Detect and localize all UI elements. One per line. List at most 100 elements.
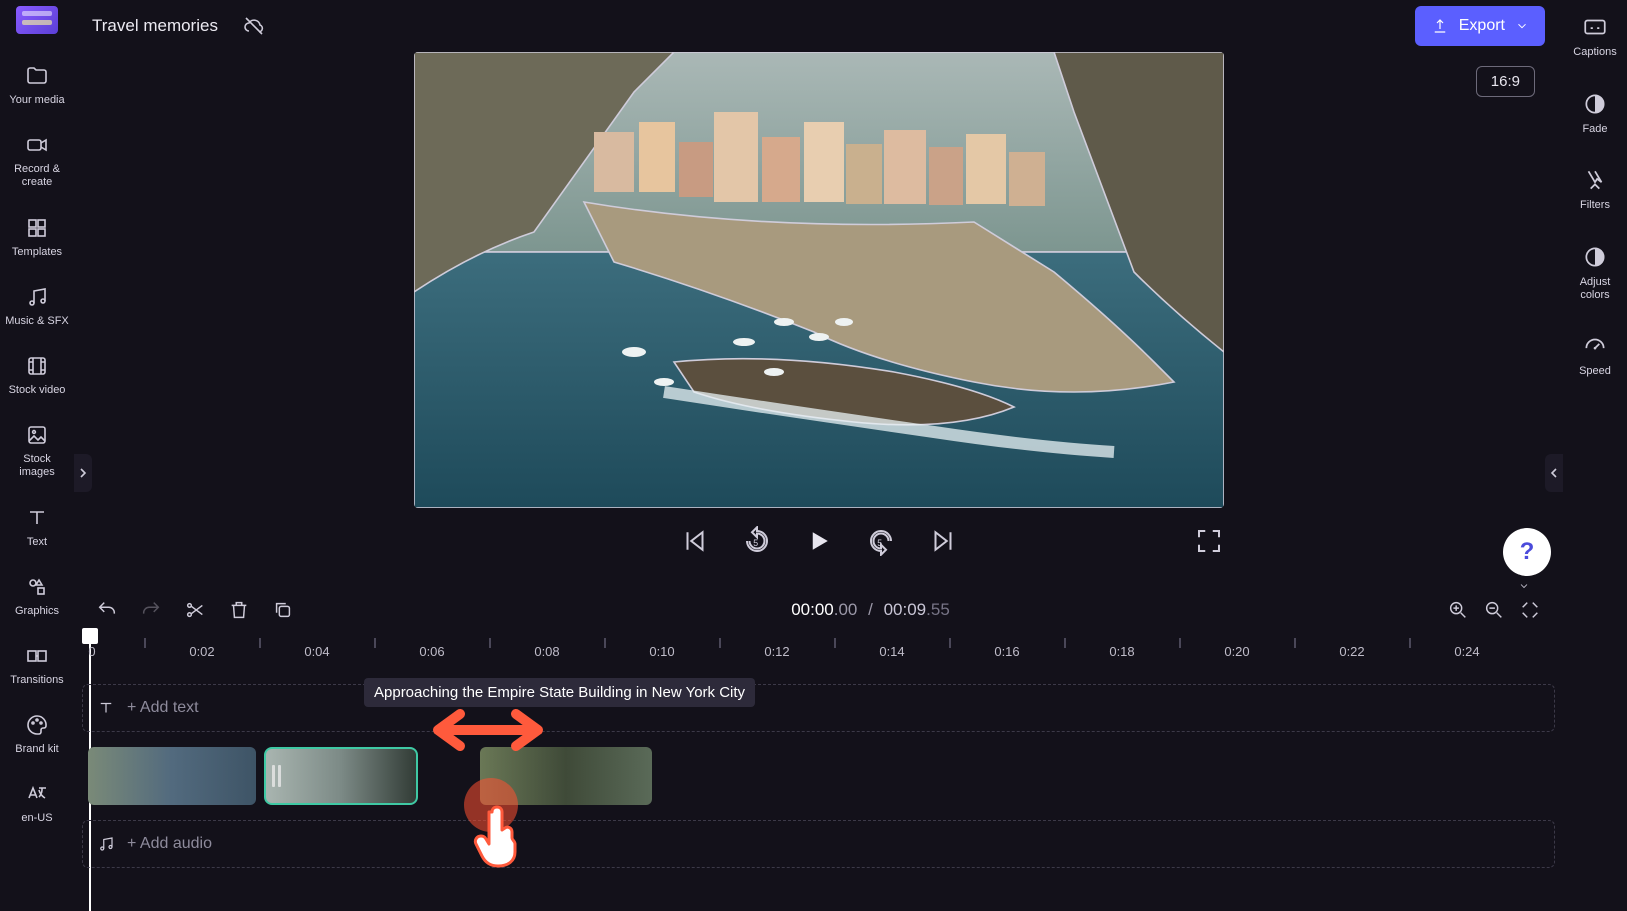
video-track[interactable] [82,744,1555,808]
undo-button[interactable] [96,599,118,621]
sidebar-item-stock-images[interactable]: Stock images [3,411,71,493]
right-item-filters[interactable]: Filters [1565,159,1625,220]
ruler-minor-tick [259,638,261,648]
split-button[interactable] [184,599,206,621]
timecode-total: 00:09 [884,600,927,619]
video-clip-1[interactable] [88,747,256,805]
aspect-ratio-selector[interactable]: 16:9 [1476,66,1535,97]
export-button[interactable]: Export [1415,6,1545,46]
playhead[interactable] [82,628,98,644]
sidebar-item-label: Your media [9,94,64,107]
grid-icon [25,216,49,240]
audio-track[interactable]: + Add audio [82,820,1555,868]
sidebar-item-text[interactable]: Text [3,494,71,563]
ruler-minor-tick [1179,638,1181,648]
text-track-placeholder: + Add text [127,699,199,717]
film-icon [25,354,49,378]
sidebar-item-stock-video[interactable]: Stock video [3,342,71,411]
sidebar-item-graphics[interactable]: Graphics [3,563,71,632]
language-icon [25,782,49,806]
sidebar-item-brand-kit[interactable]: Brand kit [3,701,71,770]
sidebar-item-label: Text [27,536,47,549]
skip-forward-button[interactable] [928,526,958,556]
svg-text:5: 5 [753,538,758,548]
ruler-tick-label: 0:08 [534,644,559,659]
rewind-5-button[interactable]: 5 [742,526,772,556]
play-button[interactable] [804,526,834,556]
preview-area: 16:9 [74,52,1563,570]
svg-text:5: 5 [877,538,882,548]
video-clip-2[interactable] [264,747,418,805]
left-sidebar: Your media Record & create Templates Mus… [0,0,74,911]
project-title[interactable]: Travel memories [92,16,218,36]
sidebar-item-label: Transitions [10,674,63,687]
sidebar-item-language[interactable]: en-US [3,770,71,839]
text-track[interactable]: + Add text [82,684,1555,732]
zoom-in-button[interactable] [1447,599,1469,621]
timeline-toolbar: 00:00.00 / 00:09.55 [74,588,1563,632]
zoom-fit-button[interactable] [1519,599,1541,621]
timeline-tracks: Approaching the Empire State Building in… [82,684,1555,868]
sidebar-item-record-create[interactable]: Record & create [3,121,71,203]
right-item-label: Fade [1582,123,1607,136]
ruler-tick-label: 0:24 [1454,644,1479,659]
sidebar-item-music-sfx[interactable]: Music & SFX [3,273,71,342]
zoom-out-button[interactable] [1483,599,1505,621]
captions-icon [1582,14,1608,40]
redo-button[interactable] [140,599,162,621]
video-clip-3[interactable] [480,747,652,805]
panel-collapse-toggle[interactable] [1509,576,1539,596]
ruler-tick-label: 0:12 [764,644,789,659]
timeline-ruler[interactable]: 0 0:020:040:060:080:100:120:140:160:180:… [82,632,1555,672]
right-item-label: Adjust colors [1580,276,1611,301]
duplicate-button[interactable] [272,599,294,621]
music-icon [25,285,49,309]
cloud-off-icon[interactable] [242,14,266,38]
palette-icon [25,713,49,737]
timecode-current: 00:00 [791,600,834,619]
sidebar-item-label: Stock video [9,384,66,397]
export-button-label: Export [1459,17,1505,35]
help-button[interactable]: ? [1503,528,1551,576]
skip-back-button[interactable] [680,526,710,556]
right-item-captions[interactable]: Captions [1565,6,1625,67]
sidebar-item-label: Music & SFX [5,315,69,328]
contrast-icon [1582,244,1608,270]
ruler-tick-label: 0:18 [1109,644,1134,659]
ruler-tick-label: 0:02 [189,644,214,659]
right-item-speed[interactable]: Speed [1565,325,1625,386]
right-panel-collapse[interactable] [1545,454,1563,492]
forward-5-button[interactable]: 5 [866,526,896,556]
sidebar-item-label: Brand kit [15,743,58,756]
timecode: 00:00.00 / 00:09.55 [316,600,1425,620]
help-label: ? [1520,538,1535,566]
playback-controls: 5 5 [414,512,1224,570]
right-item-fade[interactable]: Fade [1565,83,1625,144]
right-item-adjust-colors[interactable]: Adjust colors [1565,236,1625,309]
fade-icon [1582,91,1608,117]
sidebar-item-label: Templates [12,246,62,259]
ruler-tick-label: 0:16 [994,644,1019,659]
transition-icon [25,644,49,668]
right-item-label: Captions [1573,46,1616,59]
ruler-tick-label: 0:10 [649,644,674,659]
ruler-minor-tick [144,638,146,648]
fullscreen-button[interactable] [1194,526,1224,556]
sidebar-item-label: Graphics [15,605,59,618]
timecode-current-frames: .00 [834,600,858,619]
ruler-tick-label: 0:06 [419,644,444,659]
text-icon [25,506,49,530]
delete-button[interactable] [228,599,250,621]
sidebar-item-label: Stock images [19,453,54,479]
camera-icon [25,133,49,157]
ruler-minor-tick [1064,638,1066,648]
preview-canvas[interactable] [414,52,1224,508]
sidebar-item-your-media[interactable]: Your media [3,52,71,121]
shapes-icon [25,575,49,599]
sidebar-item-templates[interactable]: Templates [3,204,71,273]
sidebar-item-label: Record & create [14,163,60,189]
sidebar-item-transitions[interactable]: Transitions [3,632,71,701]
clip-tooltip: Approaching the Empire State Building in… [364,678,755,707]
timecode-total-frames: .55 [926,600,950,619]
right-item-label: Filters [1580,199,1610,212]
